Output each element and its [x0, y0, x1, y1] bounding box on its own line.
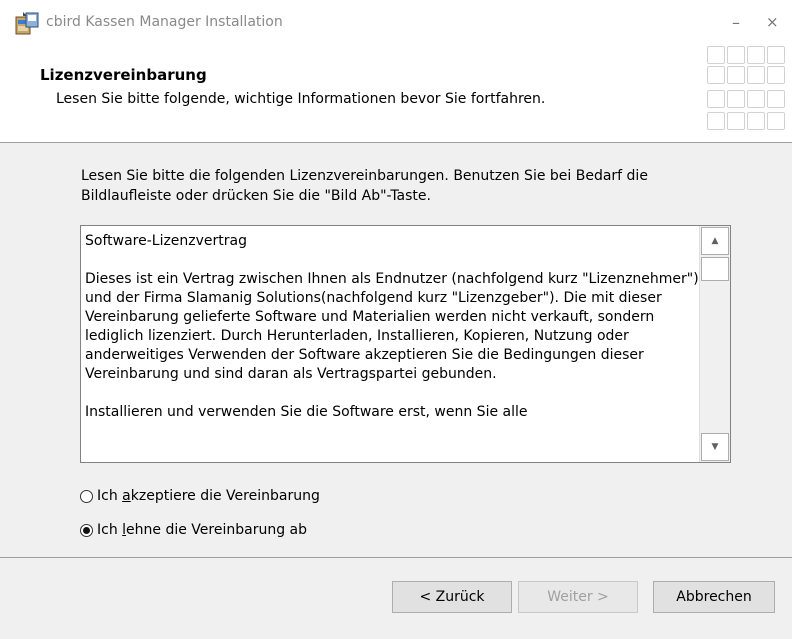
minimize-button[interactable]: –: [732, 13, 740, 32]
back-button[interactable]: < Zurück: [392, 581, 512, 613]
scroll-down-button[interactable]: ▼: [701, 433, 729, 461]
license-paragraph: Software-Lizenzvertrag: [85, 233, 248, 249]
page-subtitle: Lesen Sie bitte folgende, wichtige Infor…: [56, 91, 546, 107]
installer-package-icon: [15, 12, 39, 35]
wizard-header: Lizenzvereinbarung Lesen Sie bitte folge…: [0, 46, 792, 143]
window-title: cbird Kassen Manager Installation: [46, 14, 283, 30]
intro-text: Lesen Sie bitte die folgenden Lizenzvere…: [81, 168, 648, 204]
decline-radio-option[interactable]: Ich lehne die Vereinbarung ab: [80, 522, 307, 538]
next-button-disabled[interactable]: Weiter >: [518, 581, 638, 613]
license-paragraph: Installieren und verwenden Sie die Softw…: [85, 404, 528, 420]
license-paragraph: Dieses ist ein Vertrag zwischen Ihnen al…: [85, 271, 699, 382]
footer-separator: [0, 557, 792, 558]
accept-radio-option[interactable]: Ich akzeptiere die Vereinbarung: [80, 488, 320, 504]
decline-label: Ich lehne die Vereinbarung ab: [97, 522, 308, 538]
page-title: Lizenzvereinbarung: [40, 66, 207, 84]
license-text: Software-Lizenzvertrag Dieses ist ein Ve…: [85, 232, 703, 441]
license-text-box[interactable]: Software-Lizenzvertrag Dieses ist ein Ve…: [80, 225, 731, 463]
accept-label: Ich akzeptiere die Vereinbarung: [97, 488, 320, 504]
title-bar: cbird Kassen Manager Installation – ×: [0, 0, 792, 46]
vertical-scrollbar[interactable]: ▲ ▼: [699, 226, 730, 462]
scroll-up-button[interactable]: ▲: [701, 227, 729, 255]
close-button[interactable]: ×: [766, 13, 779, 31]
accept-radio[interactable]: [80, 489, 93, 503]
decline-radio[interactable]: [80, 523, 93, 537]
cancel-button[interactable]: Abbrechen: [653, 581, 775, 613]
scroll-thumb[interactable]: [701, 257, 729, 281]
